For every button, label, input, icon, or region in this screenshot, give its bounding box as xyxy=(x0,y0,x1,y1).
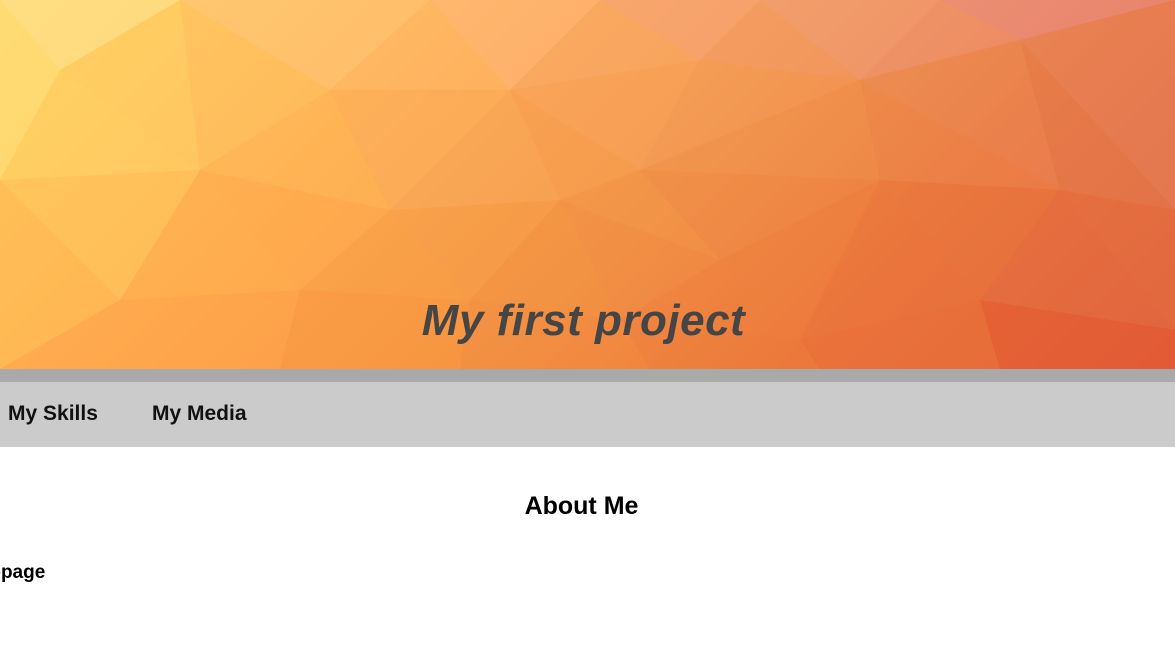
main-navigation: My Skills My Media xyxy=(0,382,1175,447)
intro-text: webpage xyxy=(0,562,46,583)
page-title: My first project xyxy=(421,296,746,345)
about-me-heading: About Me xyxy=(524,492,639,520)
nav-divider xyxy=(0,369,1175,382)
hero-banner: My first project xyxy=(0,0,1175,369)
nav-link-my-media[interactable]: My Media xyxy=(152,402,247,426)
nav-link-my-skills[interactable]: My Skills xyxy=(8,402,98,426)
